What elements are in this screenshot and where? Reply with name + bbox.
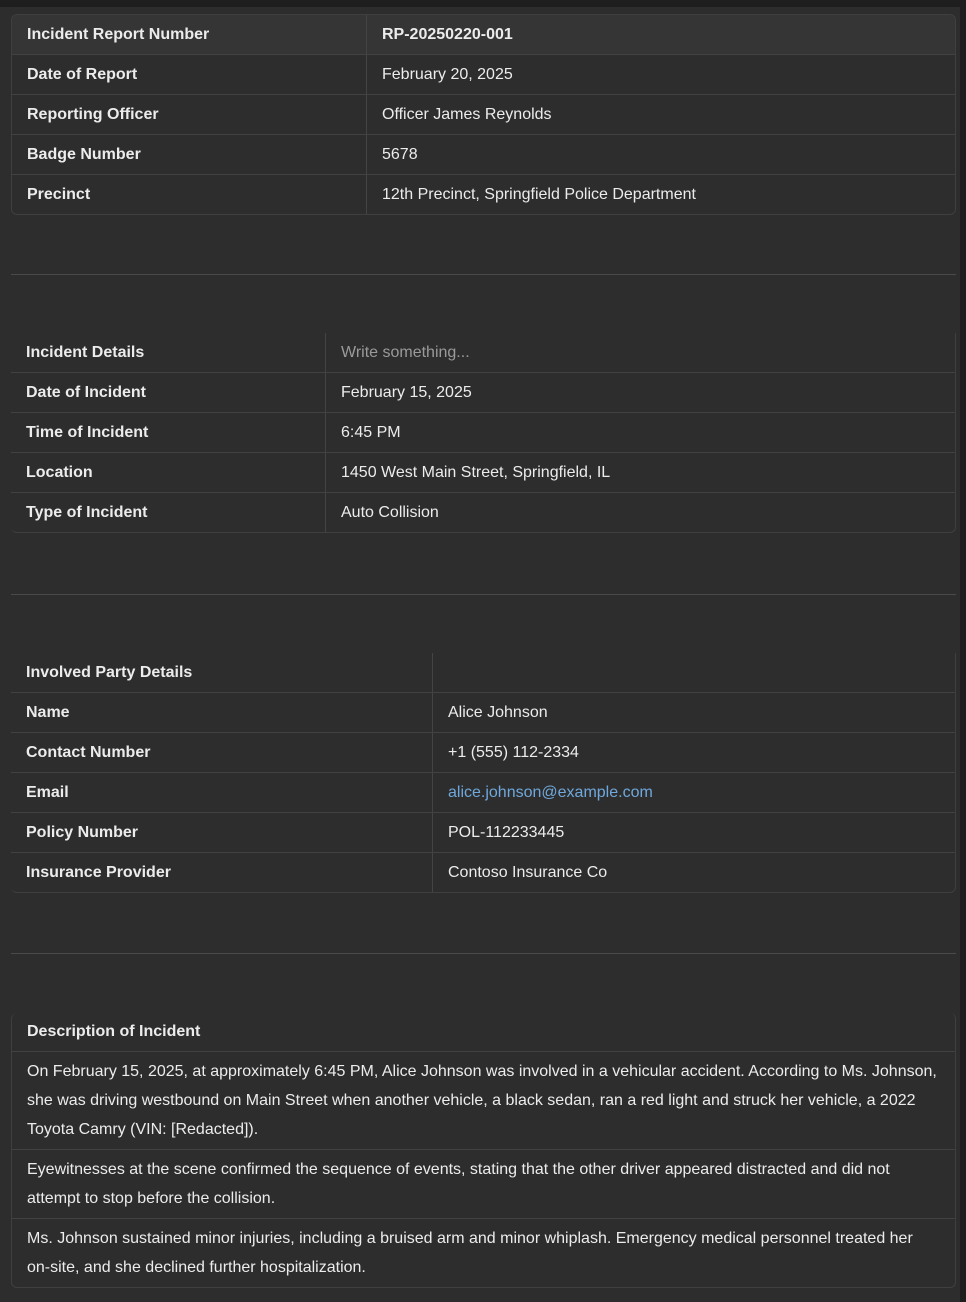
type-of-incident-value[interactable]: Auto Collision xyxy=(326,493,955,532)
location-value[interactable]: 1450 West Main Street, Springfield, IL xyxy=(326,453,955,493)
location-label: Location xyxy=(11,453,326,493)
table-row: Involved Party Details xyxy=(11,653,955,693)
document-page: Incident Report Number RP-20250220-001 D… xyxy=(0,0,966,1302)
date-of-report-value[interactable]: February 20, 2025 xyxy=(367,55,955,95)
table-row: Contact Number +1 (555) 112-2334 xyxy=(11,733,955,773)
involved-party-header-value[interactable] xyxy=(433,653,955,693)
reporting-officer-value[interactable]: Officer James Reynolds xyxy=(367,95,955,135)
table-row: Date of Report February 20, 2025 xyxy=(12,55,955,95)
report-number-label: Incident Report Number xyxy=(12,15,367,55)
incident-details-header: Incident Details xyxy=(11,333,326,373)
table-row: Ms. Johnson sustained minor injuries, in… xyxy=(12,1219,955,1287)
date-of-report-label: Date of Report xyxy=(12,55,367,95)
reporting-officer-label: Reporting Officer xyxy=(12,95,367,135)
contact-number-label: Contact Number xyxy=(11,733,433,773)
policy-number-value[interactable]: POL-112233445 xyxy=(433,813,955,853)
contact-number-value[interactable]: +1 (555) 112-2334 xyxy=(433,733,955,773)
section-divider xyxy=(11,274,956,275)
involved-party-header: Involved Party Details xyxy=(11,653,433,693)
table-row: Badge Number 5678 xyxy=(12,135,955,175)
table-row: Insurance Provider Contoso Insurance Co xyxy=(11,853,955,892)
table-row: Date of Incident February 15, 2025 xyxy=(11,373,955,413)
section-divider xyxy=(11,953,956,954)
table-row: Precinct 12th Precinct, Springfield Poli… xyxy=(12,175,955,214)
insurance-provider-label: Insurance Provider xyxy=(11,853,433,892)
section-divider xyxy=(11,594,956,595)
description-paragraph[interactable]: Eyewitnesses at the scene confirmed the … xyxy=(12,1150,955,1219)
precinct-label: Precinct xyxy=(12,175,367,214)
table-row: Name Alice Johnson xyxy=(11,693,955,733)
policy-number-label: Policy Number xyxy=(11,813,433,853)
description-paragraph[interactable]: On February 15, 2025, at approximately 6… xyxy=(12,1052,955,1150)
table-row: Location 1450 West Main Street, Springfi… xyxy=(11,453,955,493)
email-link[interactable]: alice.johnson@example.com xyxy=(433,773,955,813)
name-value[interactable]: Alice Johnson xyxy=(433,693,955,733)
time-of-incident-label: Time of Incident xyxy=(11,413,326,453)
name-label: Name xyxy=(11,693,433,733)
table-row: Eyewitnesses at the scene confirmed the … xyxy=(12,1150,955,1219)
incident-details-table: Incident Details Write something... Date… xyxy=(11,333,956,533)
time-of-incident-value[interactable]: 6:45 PM xyxy=(326,413,955,453)
precinct-value[interactable]: 12th Precinct, Springfield Police Depart… xyxy=(367,175,955,214)
description-table: Description of Incident On February 15, … xyxy=(11,1013,956,1288)
table-row: Time of Incident 6:45 PM xyxy=(11,413,955,453)
table-row: Email alice.johnson@example.com xyxy=(11,773,955,813)
description-header: Description of Incident xyxy=(12,1013,955,1052)
involved-party-table: Involved Party Details Name Alice Johnso… xyxy=(11,653,956,893)
table-row: Description of Incident xyxy=(12,1013,955,1052)
table-row: Type of Incident Auto Collision xyxy=(11,493,955,532)
insurance-provider-value[interactable]: Contoso Insurance Co xyxy=(433,853,955,892)
table-row: On February 15, 2025, at approximately 6… xyxy=(12,1052,955,1150)
table-row: Policy Number POL-112233445 xyxy=(11,813,955,853)
email-label: Email xyxy=(11,773,433,813)
report-info-table: Incident Report Number RP-20250220-001 D… xyxy=(11,14,956,215)
description-paragraph[interactable]: Ms. Johnson sustained minor injuries, in… xyxy=(12,1219,955,1287)
type-of-incident-label: Type of Incident xyxy=(11,493,326,532)
table-row: Incident Report Number RP-20250220-001 xyxy=(12,15,955,55)
table-row: Reporting Officer Officer James Reynolds xyxy=(12,95,955,135)
date-of-incident-value[interactable]: February 15, 2025 xyxy=(326,373,955,413)
date-of-incident-label: Date of Incident xyxy=(11,373,326,413)
report-number-value[interactable]: RP-20250220-001 xyxy=(367,15,955,55)
badge-number-label: Badge Number xyxy=(12,135,367,175)
badge-number-value[interactable]: 5678 xyxy=(367,135,955,175)
incident-details-input[interactable]: Write something... xyxy=(326,333,955,373)
table-row: Incident Details Write something... xyxy=(11,333,955,373)
